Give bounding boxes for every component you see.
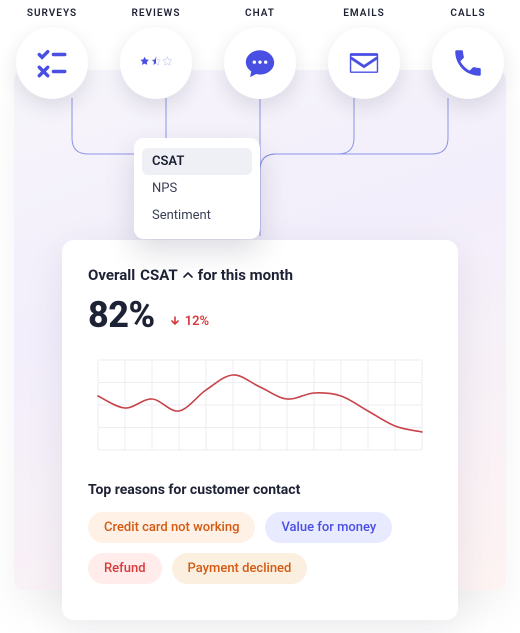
channel-label: EMAILS <box>343 8 385 19</box>
metric-value: 82% <box>88 294 155 336</box>
metric-dropdown[interactable]: CSAT NPS Sentiment <box>134 138 260 239</box>
surveys-icon <box>16 27 88 99</box>
channel-label: CALLS <box>450 8 485 19</box>
channel-label: CHAT <box>245 8 275 19</box>
channel-label: REVIEWS <box>132 8 181 19</box>
csat-trend-chart <box>88 350 432 460</box>
chat-icon <box>224 27 296 99</box>
reason-chip[interactable]: Payment declined <box>172 553 308 584</box>
csat-card: Overall CSAT for this month 82% 12% Top … <box>62 240 458 620</box>
reason-chip[interactable]: Credit card not working <box>88 512 255 543</box>
dropdown-item-csat[interactable]: CSAT <box>142 148 252 175</box>
channel-surveys[interactable]: SURVEYS <box>6 8 98 118</box>
channel-chat[interactable]: CHAT <box>214 8 306 118</box>
section-title: Top reasons for customer contact <box>88 482 432 498</box>
reason-chip[interactable]: Value for money <box>265 512 392 543</box>
channel-row: SURVEYS REVIEWS CHA <box>0 8 520 118</box>
channel-calls[interactable]: CALLS <box>422 8 514 118</box>
chevron-up-icon[interactable] <box>183 266 193 284</box>
reason-chip[interactable]: Refund <box>88 553 162 584</box>
arrow-down-icon <box>169 315 181 327</box>
dropdown-item-nps[interactable]: NPS <box>142 175 252 202</box>
emails-icon <box>328 27 400 99</box>
channel-label: SURVEYS <box>27 8 77 19</box>
title-post: for this month <box>198 266 293 284</box>
title-pre: Overall <box>88 266 135 284</box>
channel-reviews[interactable]: REVIEWS <box>110 8 202 118</box>
metric-row: 82% 12% <box>88 294 432 336</box>
dropdown-item-sentiment[interactable]: Sentiment <box>142 202 252 229</box>
channel-emails[interactable]: EMAILS <box>318 8 410 118</box>
calls-icon <box>432 27 504 99</box>
card-title: Overall CSAT for this month <box>88 266 432 284</box>
delta-badge: 12% <box>169 314 209 329</box>
delta-value: 12% <box>185 314 209 329</box>
reason-chip-list: Credit card not working Value for money Re… <box>88 512 432 584</box>
title-metric: CSAT <box>140 266 178 284</box>
reviews-icon <box>120 27 192 99</box>
